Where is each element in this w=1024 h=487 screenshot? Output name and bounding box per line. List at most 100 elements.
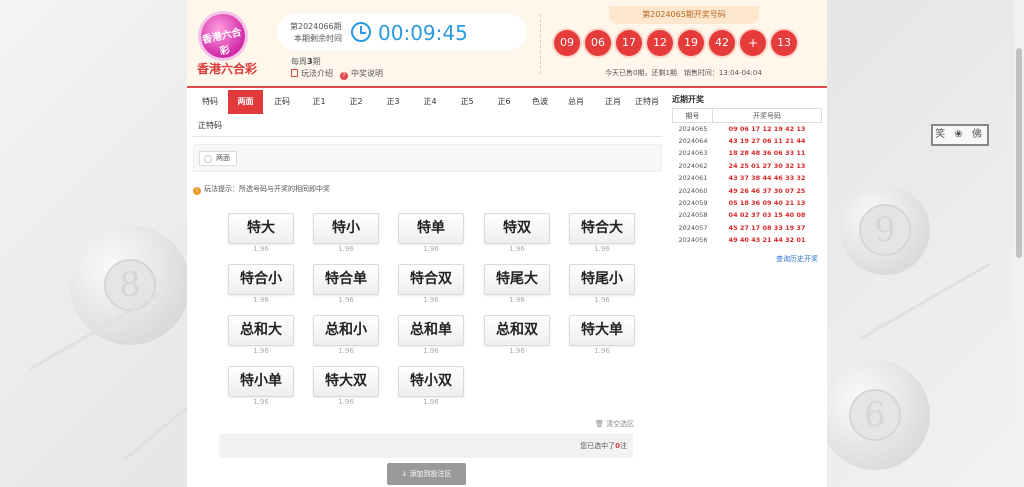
selection-count: 您已选中了0注 — [580, 442, 627, 450]
history-draws-link[interactable]: 查询历史开奖 — [776, 254, 818, 264]
tab-zheng5[interactable]: 正5 — [449, 90, 485, 114]
bet-odds: 1.96 — [423, 245, 439, 253]
countdown-timer: 00:09:45 — [378, 21, 468, 45]
bet-button[interactable]: 特大单 — [569, 315, 635, 346]
lottery-page: 香港六合彩 香港六合彩 第2024066期 本期剩余时间 00:09:45 每周… — [187, 0, 827, 487]
bet-button[interactable]: 特尾小 — [569, 264, 635, 295]
bet-odds: 1.96 — [338, 296, 354, 304]
bet-button[interactable]: 特尾大 — [484, 264, 550, 295]
selection-summary-bar: 您已选中了0注 — [219, 434, 633, 458]
special-draw-ball: 13 — [771, 30, 797, 56]
bet-button[interactable]: 总和单 — [398, 315, 464, 346]
table-row: 2024060 49 26 46 37 30 07 25 — [673, 184, 822, 196]
bet-button[interactable]: 总和小 — [313, 315, 379, 346]
subtab-liangmian[interactable]: 两面 — [199, 151, 237, 166]
period-cell: 2024064 — [678, 137, 708, 146]
bet-odds: 1.96 — [423, 398, 439, 406]
last-draw-title: 第2024065期开奖号码 — [609, 6, 759, 24]
numbers-cell: 05 18 36 09 40 21 13 — [728, 199, 806, 208]
bet-button[interactable]: 特合单 — [313, 264, 379, 295]
tab-tema[interactable]: 特码 — [192, 90, 228, 114]
tab-zongxiao[interactable]: 总肖 — [558, 90, 594, 114]
tab-zhengma[interactable]: 正码 — [264, 90, 300, 114]
column-header-period: 期号 — [672, 108, 713, 123]
bet-button[interactable]: 特小双 — [398, 366, 464, 397]
period-cell: 2024062 — [678, 161, 708, 170]
tab-zheng2[interactable]: 正2 — [338, 90, 374, 114]
draw-ball: 42 — [709, 30, 735, 56]
clear-selection-button[interactable]: 🗑 清空选区 — [595, 419, 634, 429]
recent-draws-panel: 近期开奖 期号 开奖号码 2024065 09 06 17 12 19 42 13… — [670, 90, 822, 265]
table-row: 2024064 43 19 27 06 11 21 44 — [673, 135, 822, 147]
bet-button[interactable]: 特大双 — [313, 366, 379, 397]
bet-button[interactable]: 特单 — [398, 213, 464, 244]
bet-button[interactable]: 特大 — [228, 213, 294, 244]
plus-separator: + — [740, 30, 766, 56]
play-tip: ! 玩法提示：所选号码与开奖的相同即中奖 — [193, 184, 330, 195]
period-cell: 2024057 — [678, 223, 708, 232]
bet-button[interactable]: 特合大 — [569, 213, 635, 244]
prize-info-link[interactable]: ? 中奖说明 — [340, 68, 383, 80]
bet-odds: 1.96 — [423, 296, 439, 304]
draw-ball: 12 — [647, 30, 673, 56]
bet-odds: 1.96 — [338, 245, 354, 253]
numbers-cell: 18 28 48 36 06 33 11 — [728, 149, 806, 158]
lottery-logo: 香港六合彩 — [201, 14, 245, 58]
recent-draws-title: 近期开奖 — [672, 95, 704, 104]
document-icon — [291, 69, 298, 77]
bet-odds: 1.96 — [423, 347, 439, 355]
recent-draws-table: 期号 开奖号码 2024065 09 06 17 12 19 42 13 2024… — [672, 108, 822, 246]
bet-odds: 1.96 — [509, 296, 525, 304]
bet-button[interactable]: 特合双 — [398, 264, 464, 295]
bet-button[interactable]: 总和双 — [484, 315, 550, 346]
sales-info: 今天已售0期，还剩1期 销售时间：13:04-04:04 — [605, 69, 762, 77]
numbers-cell: 04 02 37 03 15 40 08 — [728, 211, 806, 220]
clock-icon — [351, 22, 371, 42]
bet-button[interactable]: 总和大 — [228, 315, 294, 346]
period-cell: 2024056 — [678, 236, 708, 245]
draw-ball: 17 — [616, 30, 642, 56]
question-icon: ? — [340, 72, 348, 80]
bet-button[interactable]: 特小单 — [228, 366, 294, 397]
period-cell: 2024061 — [678, 174, 708, 183]
bet-button[interactable]: 特合小 — [228, 264, 294, 295]
tab-zhengtexiao[interactable]: 正特肖 — [632, 90, 662, 114]
tab-zhengxiao[interactable]: 正肖 — [595, 90, 631, 114]
tab-zheng3[interactable]: 正3 — [375, 90, 411, 114]
tab-zheng1[interactable]: 正1 — [301, 90, 337, 114]
table-row: 2024061 43 37 38 44 46 33 32 — [673, 172, 822, 184]
table-row: 2024056 49 40 43 21 44 32 01 — [673, 234, 822, 246]
period-cell: 2024063 — [678, 149, 708, 158]
table-row: 2024065 09 06 17 12 19 42 13 — [673, 123, 822, 135]
tab-zhengtema[interactable]: 正特码 — [192, 114, 228, 138]
background-ball-9: 9 — [840, 185, 930, 275]
table-row: 2024063 18 28 48 36 06 33 11 — [673, 147, 822, 159]
decorative-sign: 笑 ❀ 佛 — [925, 124, 995, 146]
table-row: 2024062 24 25 01 27 30 32 13 — [673, 160, 822, 172]
add-to-bet-button[interactable]: ↓ 添加到投注区 — [387, 463, 466, 485]
numbers-cell: 49 40 43 21 44 32 01 — [728, 236, 806, 245]
remaining-time-label: 本期剩余时间 — [294, 34, 342, 43]
bet-odds: 1.96 — [253, 245, 269, 253]
tab-sebo[interactable]: 色波 — [522, 90, 558, 114]
bet-odds: 1.96 — [253, 347, 269, 355]
bet-odds: 1.96 — [253, 398, 269, 406]
bet-button[interactable]: 特小 — [313, 213, 379, 244]
rules-link[interactable]: 玩法介绍 — [291, 68, 333, 79]
lottery-header: 香港六合彩 香港六合彩 第2024066期 本期剩余时间 00:09:45 每周… — [187, 0, 827, 88]
page-scrollbar[interactable] — [1014, 0, 1024, 487]
tab-liangmian[interactable]: 两面 — [228, 90, 263, 114]
bet-odds: 1.96 — [594, 296, 610, 304]
numbers-cell: 43 19 27 06 11 21 44 — [728, 137, 806, 146]
tab-zheng4[interactable]: 正4 — [412, 90, 448, 114]
numbers-cell: 43 37 38 44 46 33 32 — [728, 174, 806, 183]
table-row: 2024059 05 18 36 09 40 21 13 — [673, 197, 822, 209]
period-cell: 2024065 — [678, 124, 708, 133]
info-icon: ! — [193, 187, 201, 195]
last-draw-numbers: 09 06 17 12 19 42 + 13 — [554, 30, 797, 56]
scrollbar-thumb[interactable] — [1016, 48, 1022, 258]
play-type-tabs: 特码 两面 正码 正1 正2 正3 正4 正5 正6 色波 总肖 正肖 正特肖 … — [192, 90, 662, 137]
tab-zheng6[interactable]: 正6 — [486, 90, 522, 114]
bet-button[interactable]: 特双 — [484, 213, 550, 244]
bet-odds: 1.96 — [338, 398, 354, 406]
